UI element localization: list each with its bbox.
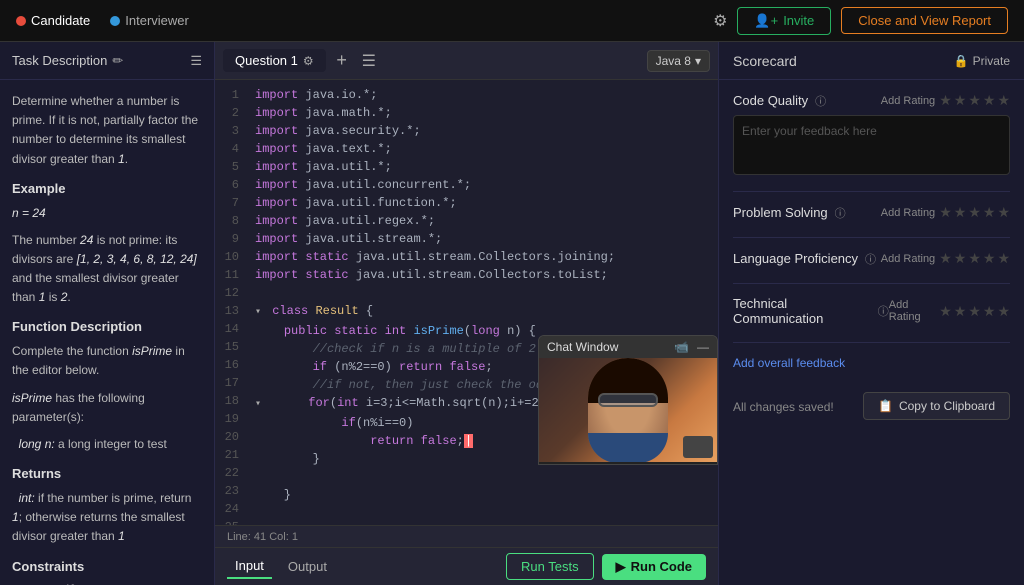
copy-to-clipboard-button[interactable]: 📋 Copy to Clipboard bbox=[863, 392, 1010, 420]
code-quality-label-row: Code Quality ⓘ Add Rating ★ ★ ★ ★ ★ bbox=[733, 92, 1010, 109]
close-report-button[interactable]: Close and View Report bbox=[841, 7, 1008, 34]
topbar-right: ⚙ 👤+ Invite Close and View Report bbox=[713, 7, 1008, 35]
code-quality-name: Code Quality ⓘ bbox=[733, 93, 826, 109]
avatar-glasses bbox=[598, 393, 658, 407]
technical-communication-name: Technical Communication ⓘ bbox=[733, 296, 889, 326]
topbar: Candidate Interviewer ⚙ 👤+ Invite Close … bbox=[0, 0, 1024, 42]
scorecard-body: Code Quality ⓘ Add Rating ★ ★ ★ ★ ★ bbox=[719, 80, 1024, 585]
lock-icon: 🔒 bbox=[954, 54, 969, 68]
technical-communication-section: Technical Communication ⓘ Add Rating ★ ★… bbox=[733, 296, 1010, 326]
self-thumbnail bbox=[683, 436, 713, 458]
menu-icon[interactable]: ☰ bbox=[190, 53, 202, 69]
question-tab[interactable]: Question 1 ⚙ bbox=[223, 49, 326, 72]
chat-window: Chat Window 📹 — bbox=[538, 335, 718, 465]
divider-3 bbox=[733, 283, 1010, 284]
chat-title: Chat Window bbox=[547, 340, 618, 354]
language-proficiency-section: Language Proficiency ⓘ Add Rating ★ ★ ★ … bbox=[733, 250, 1010, 267]
edit-icon[interactable]: ✏ bbox=[112, 53, 123, 69]
add-rating-language[interactable]: Add Rating ★ ★ ★ ★ ★ bbox=[881, 250, 1010, 267]
interviewer-label: Interviewer bbox=[110, 13, 189, 28]
avatar bbox=[588, 358, 668, 462]
stars-technical[interactable]: ★ ★ ★ ★ ★ bbox=[939, 303, 1010, 320]
divider-4 bbox=[733, 342, 1010, 343]
language-proficiency-name: Language Proficiency ⓘ bbox=[733, 251, 876, 267]
run-bar: Input Output Run Tests ▶ Run Code bbox=[215, 547, 718, 585]
info-icon-technical[interactable]: ⓘ bbox=[878, 303, 889, 319]
play-icon: ▶ bbox=[616, 559, 626, 575]
info-icon-code-quality[interactable]: ⓘ bbox=[815, 93, 826, 109]
task-header: Task Description ✏ ☰ bbox=[0, 42, 214, 80]
run-tests-button[interactable]: Run Tests bbox=[506, 553, 594, 580]
divider-1 bbox=[733, 191, 1010, 192]
chat-icons: 📹 — bbox=[674, 340, 709, 354]
editor-tabs: Question 1 ⚙ + ☰ Java 8 ▾ bbox=[215, 42, 718, 80]
editor-panel: Question 1 ⚙ + ☰ Java 8 ▾ 12345 678910 1… bbox=[215, 42, 719, 585]
stars-code-quality[interactable]: ★ ★ ★ ★ ★ bbox=[939, 92, 1010, 109]
problem-solving-name: Problem Solving ⓘ bbox=[733, 205, 846, 221]
chat-header: Chat Window 📹 — bbox=[539, 336, 717, 358]
code-area[interactable]: 12345 678910 1112131415 1617181920 21222… bbox=[215, 80, 718, 525]
add-rating-problem-solving[interactable]: Add Rating ★ ★ ★ ★ ★ bbox=[881, 204, 1010, 221]
chevron-down-icon: ▾ bbox=[695, 54, 701, 68]
technical-communication-label-row: Technical Communication ⓘ Add Rating ★ ★… bbox=[733, 296, 1010, 326]
avatar-clothing bbox=[588, 433, 668, 463]
problem-solving-label-row: Problem Solving ⓘ Add Rating ★ ★ ★ ★ ★ bbox=[733, 204, 1010, 221]
editor-menu-icon[interactable]: ☰ bbox=[362, 51, 376, 71]
code-quality-feedback[interactable]: Enter your feedback here bbox=[733, 115, 1010, 175]
tab-settings-icon[interactable]: ⚙ bbox=[303, 54, 314, 68]
interviewer-dot bbox=[110, 16, 120, 26]
main-layout: Task Description ✏ ☰ Determine whether a… bbox=[0, 42, 1024, 585]
code-quality-section: Code Quality ⓘ Add Rating ★ ★ ★ ★ ★ bbox=[733, 92, 1010, 175]
candidate-label: Candidate bbox=[16, 13, 90, 28]
output-tab[interactable]: Output bbox=[280, 555, 335, 578]
stars-problem-solving[interactable]: ★ ★ ★ ★ ★ bbox=[939, 204, 1010, 221]
language-selector[interactable]: Java 8 ▾ bbox=[647, 50, 710, 72]
problem-solving-section: Problem Solving ⓘ Add Rating ★ ★ ★ ★ ★ bbox=[733, 204, 1010, 221]
chat-body bbox=[539, 358, 717, 462]
task-content: Determine whether a number is prime. If … bbox=[0, 80, 214, 585]
line-numbers: 12345 678910 1112131415 1617181920 21222… bbox=[215, 80, 247, 525]
status-bar: Line: 41 Col: 1 bbox=[215, 525, 718, 547]
stars-language[interactable]: ★ ★ ★ ★ ★ bbox=[939, 250, 1010, 267]
user-plus-icon: 👤+ bbox=[754, 13, 778, 29]
scorecard-header: Scorecard 🔒 Private bbox=[719, 42, 1024, 80]
add-rating-technical[interactable]: Add Rating ★ ★ ★ ★ ★ bbox=[889, 299, 1010, 323]
add-rating-code-quality[interactable]: Add Rating ★ ★ ★ ★ ★ bbox=[881, 92, 1010, 109]
topbar-left: Candidate Interviewer bbox=[16, 13, 189, 28]
divider-2 bbox=[733, 237, 1010, 238]
add-overall-feedback-link[interactable]: Add overall feedback bbox=[733, 356, 845, 370]
scorecard-title: Scorecard bbox=[733, 53, 797, 69]
video-icon[interactable]: 📹 bbox=[674, 340, 689, 354]
minimize-icon[interactable]: — bbox=[697, 340, 709, 354]
settings-icon[interactable]: ⚙ bbox=[713, 11, 727, 31]
task-title: Task Description ✏ bbox=[12, 53, 123, 69]
add-tab-button[interactable]: + bbox=[330, 49, 354, 73]
candidate-dot bbox=[16, 16, 26, 26]
task-panel: Task Description ✏ ☰ Determine whether a… bbox=[0, 42, 215, 585]
input-tab[interactable]: Input bbox=[227, 554, 272, 579]
saved-status: All changes saved! bbox=[733, 400, 834, 414]
private-badge: 🔒 Private bbox=[954, 54, 1010, 68]
invite-button[interactable]: 👤+ Invite bbox=[737, 7, 831, 35]
info-icon-language[interactable]: ⓘ bbox=[865, 251, 876, 267]
language-proficiency-label-row: Language Proficiency ⓘ Add Rating ★ ★ ★ … bbox=[733, 250, 1010, 267]
scorecard-panel: Scorecard 🔒 Private Code Quality ⓘ Add R… bbox=[719, 42, 1024, 585]
clipboard-icon: 📋 bbox=[878, 399, 893, 413]
info-icon-problem-solving[interactable]: ⓘ bbox=[835, 205, 846, 221]
run-code-button[interactable]: ▶ Run Code bbox=[602, 554, 706, 580]
